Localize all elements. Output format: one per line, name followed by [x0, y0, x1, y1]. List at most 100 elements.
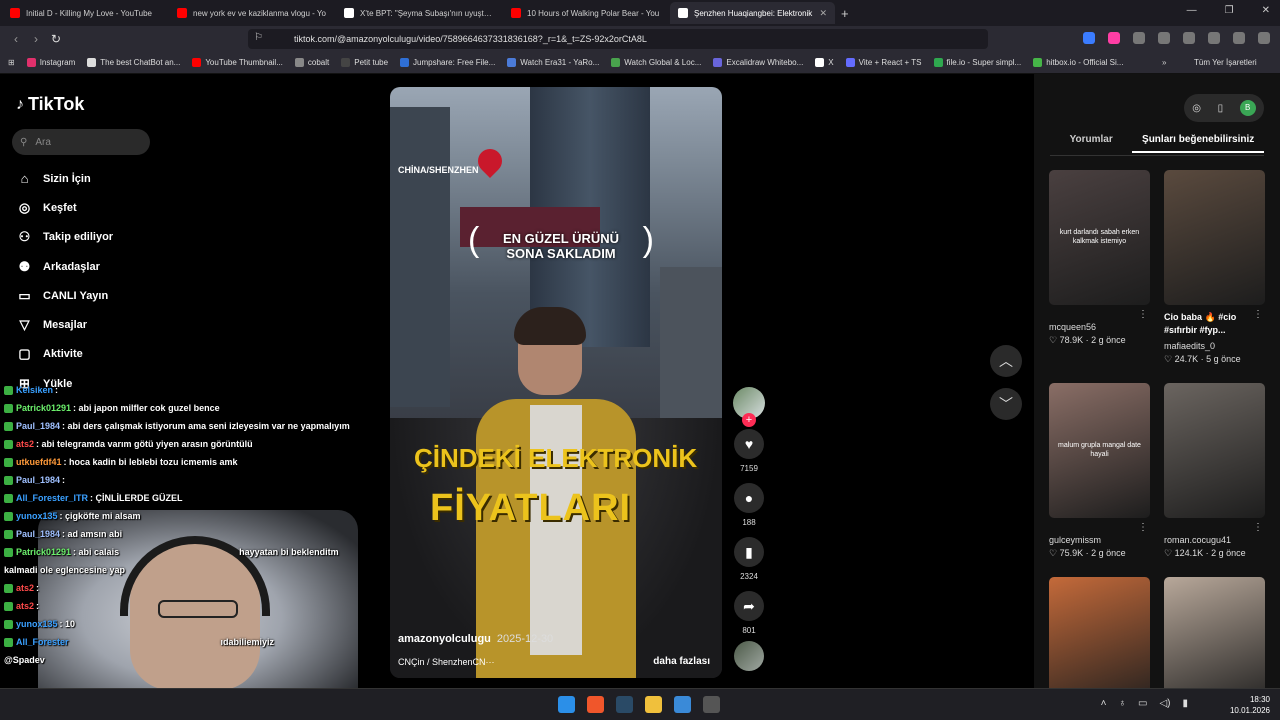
sidebar-item[interactable]: ⚇ Takip ediliyor	[16, 223, 113, 252]
tab-you-may-like[interactable]: Şunları beğenebilirsiniz	[1132, 134, 1264, 153]
share-icon[interactable]: ➦	[734, 591, 764, 621]
search-input[interactable]: ⚲ Ara	[12, 129, 150, 155]
bookmark-item[interactable]: YouTube Thumbnail...	[192, 58, 283, 67]
sidebar-item[interactable]: ⌂ Sizin İçin	[16, 164, 113, 193]
like-action[interactable]: ♥ 7159	[734, 429, 764, 473]
bookmark-item[interactable]: hitbox.io - Official Si...	[1033, 58, 1123, 67]
comment-icon[interactable]: ●	[734, 483, 764, 513]
all-bookmarks-button[interactable]: Tüm Yer İşaretleri	[1194, 58, 1257, 67]
address-bar[interactable]: ⚐ tiktok.com/@amazonyolculugu/video/7589…	[248, 29, 988, 49]
forward-icon[interactable]: ›	[26, 32, 46, 46]
folder-icon[interactable]	[645, 696, 662, 713]
card-username[interactable]: mafiaedits_0	[1164, 341, 1265, 351]
save-action[interactable]: ▮ 2324	[734, 537, 764, 581]
shield-icon[interactable]	[1233, 32, 1245, 44]
windows-start-icon[interactable]	[558, 696, 575, 713]
more-options-icon[interactable]: ⋮	[1138, 309, 1148, 320]
card-username[interactable]: roman.cocugu41	[1164, 535, 1265, 545]
bookmark-item[interactable]: Instagram	[26, 58, 75, 67]
bookmark-item[interactable]: cobalt	[294, 58, 329, 67]
steam-icon[interactable]	[616, 696, 633, 713]
clock[interactable]: 18:30 10.01.2026	[1230, 694, 1270, 716]
settings-icon[interactable]	[703, 696, 720, 713]
chevron-up-icon[interactable]: ˄	[1101, 698, 1107, 709]
browser-tab[interactable]: Initial D - Killing My Love - YouTube	[2, 2, 167, 24]
close-window-icon[interactable]: ✕	[1262, 5, 1270, 16]
volume-icon[interactable]: ◁)	[1159, 698, 1170, 709]
bookmark-icon[interactable]: ⚐	[254, 32, 263, 43]
video-player[interactable]: CHİNA/SHENZHEN ( ) EN GÜZEL ÜRÜNÜ SONA S…	[390, 87, 722, 678]
tab-comments[interactable]: Yorumlar	[1050, 134, 1132, 153]
puzzle-icon[interactable]	[1158, 32, 1170, 44]
suggested-video-card[interactable]: kurt darlandı sabah erken kalkmak istemi…	[1049, 170, 1150, 346]
video-thumbnail[interactable]: malum grupla mangal date hayali	[1049, 383, 1150, 518]
video-location[interactable]: CNÇin / ShenzhenCN···	[398, 657, 495, 667]
close-tab-icon[interactable]: ✕	[819, 8, 827, 19]
sidebar-item[interactable]: ⚉ Arkadaşlar	[16, 252, 113, 281]
phone-icon[interactable]: ▯	[1218, 103, 1224, 114]
upload-icon[interactable]: ◎	[1192, 103, 1201, 114]
browser-tab[interactable]: new york ev ve kaziklanma vlogu - Yo	[169, 2, 334, 24]
sidebar-icon[interactable]	[1183, 32, 1195, 44]
restore-icon[interactable]: ❐	[1225, 5, 1234, 16]
creator-avatar[interactable]: +	[733, 387, 765, 427]
comment-action[interactable]: ● 188	[734, 483, 764, 527]
video-thumbnail[interactable]	[1164, 170, 1265, 305]
previous-video-button[interactable]: ︿	[990, 345, 1022, 377]
video-author[interactable]: amazonyolculugu 2025-12-30	[398, 633, 553, 645]
video-thumbnail[interactable]	[1164, 383, 1265, 518]
network-icon[interactable]: ▭	[1138, 698, 1147, 709]
bookmark-item[interactable]: X	[815, 58, 834, 67]
video-thumbnail[interactable]: kurt darlandı sabah erken kalkmak istemi…	[1049, 170, 1150, 305]
minimize-icon[interactable]: —	[1187, 5, 1197, 16]
suggested-video-card[interactable]: ⋮ roman.cocugu41 ♡ 124.1K · 2 g önce	[1164, 383, 1265, 559]
bookmark-item[interactable]: Watch Global & Loc...	[611, 58, 701, 67]
sidebar-item[interactable]: ▢ Aktivite	[16, 340, 113, 369]
bookmark-item[interactable]: Excalidraw Whitebo...	[713, 58, 803, 67]
bookmarks-more-button[interactable]: »	[1162, 58, 1166, 67]
bookmark-item[interactable]: Vite + React + TS	[845, 58, 922, 67]
bookmark-item[interactable]: file.io - Super simpl...	[933, 58, 1021, 67]
bookmark-item[interactable]: Watch Era31 - YaRo...	[507, 58, 599, 67]
more-options-icon[interactable]: ⋮	[1253, 309, 1263, 320]
battery-icon[interactable]: ▮	[1182, 698, 1188, 709]
new-tab-button[interactable]: +	[841, 6, 849, 21]
browser-tab[interactable]: 10 Hours of Walking Polar Bear - You	[503, 2, 668, 24]
reload-icon[interactable]: ↻	[46, 32, 66, 46]
more-link[interactable]: daha fazlası	[653, 656, 710, 667]
more-options-icon[interactable]: ⋮	[1138, 522, 1148, 533]
author-name[interactable]: amazonyolculugu	[398, 633, 491, 645]
music-icon[interactable]	[1208, 32, 1220, 44]
bookmark-item[interactable]: Petit tube	[341, 58, 388, 67]
suggested-video-card[interactable]: ⋮ Cio baba 🔥 #cio #sıfırbir #fyp... mafiae…	[1164, 170, 1265, 365]
microphone-icon[interactable]: ♁	[1119, 698, 1127, 709]
browser-tab[interactable]: Şenzhen Huaqiangbei: Elektronik ✕	[670, 2, 835, 24]
heart-icon[interactable]: ♥	[734, 429, 764, 459]
extension-icon[interactable]	[1083, 32, 1095, 44]
browser-tab[interactable]: X'te BPT: "Şeyma Subaşı'nın uyuşturu	[336, 2, 501, 24]
bookmark-item[interactable]: Jumpshare: Free File...	[400, 58, 495, 67]
follow-plus-icon[interactable]: +	[742, 413, 756, 427]
card-username[interactable]: mcqueen56	[1049, 322, 1150, 332]
share-action[interactable]: ➦ 801	[734, 591, 764, 635]
extension-icon[interactable]	[1133, 32, 1145, 44]
app-icon[interactable]	[674, 696, 691, 713]
next-video-button[interactable]: ﹀	[990, 388, 1022, 420]
suggested-video-card[interactable]: malum grupla mangal date hayali ⋮ gulceymi…	[1049, 383, 1150, 559]
sidebar-item[interactable]: ◎ Keşfet	[16, 193, 113, 222]
card-username[interactable]: gulceymissm	[1049, 535, 1150, 545]
apps-grid-icon[interactable]: ⊞	[8, 58, 15, 67]
profile-avatar[interactable]: B	[1239, 100, 1256, 116]
bookmark-save-icon[interactable]: ▮	[734, 537, 764, 567]
sidebar-item[interactable]: ▭ CANLI Yayın	[16, 281, 113, 310]
extension-icon[interactable]	[1108, 32, 1120, 44]
bookmark-label: hitbox.io - Official Si...	[1046, 58, 1124, 67]
menu-icon[interactable]	[1258, 32, 1270, 44]
sidebar-item[interactable]: ▽ Mesajlar	[16, 310, 113, 339]
bookmark-item[interactable]: The best ChatBot an...	[87, 58, 180, 67]
brave-icon[interactable]	[587, 696, 604, 713]
back-icon[interactable]: ‹	[6, 32, 26, 46]
tiktok-logo[interactable]: ♪ TikTok	[16, 94, 84, 115]
more-options-icon[interactable]: ⋮	[1253, 522, 1263, 533]
sound-avatar[interactable]	[734, 641, 764, 671]
